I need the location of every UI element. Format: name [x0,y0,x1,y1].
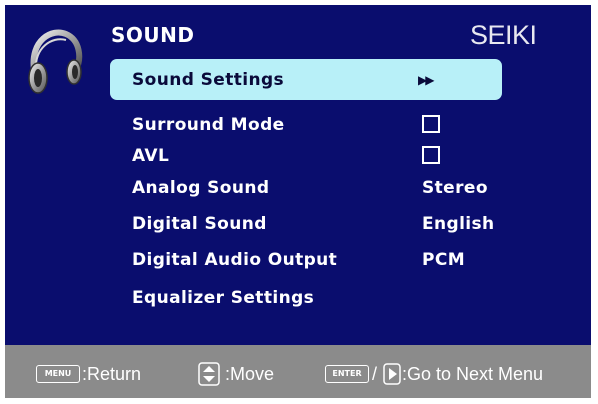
up-down-icon [198,362,220,386]
menu-item-digital-sound[interactable]: Digital Sound [132,214,267,234]
go-to-next-menu-hint: :Go to Next Menu [402,364,544,384]
headphones-icon [28,29,83,94]
next-arrows-icon: ▶▶ [418,73,435,87]
surround-mode-checkbox[interactable] [422,115,440,133]
menu-item-surround-mode[interactable]: Surround Mode [132,115,285,135]
analog-sound-value: Stereo [422,178,488,198]
right-arrow-icon [383,363,401,385]
menu-key-icon: MENU [36,365,80,383]
avl-checkbox[interactable] [422,146,440,164]
menu-item-sound-settings[interactable]: Sound Settings [132,70,284,90]
enter-key-icon: ENTER [325,365,369,383]
menu-item-avl[interactable]: AVL [132,146,169,166]
digital-sound-value: English [422,214,495,234]
menu-item-equalizer-settings[interactable]: Equalizer Settings [132,288,314,308]
return-hint: :Return [82,364,142,384]
menu-item-analog-sound[interactable]: Analog Sound [132,178,269,198]
move-hint: :Move [225,364,275,384]
brand-logo: SEIKI [470,20,537,50]
digital-audio-output-value: PCM [422,250,466,270]
menu-title: SOUND [111,23,195,47]
separator: / [372,364,378,384]
menu-item-digital-audio-output[interactable]: Digital Audio Output [132,250,337,270]
